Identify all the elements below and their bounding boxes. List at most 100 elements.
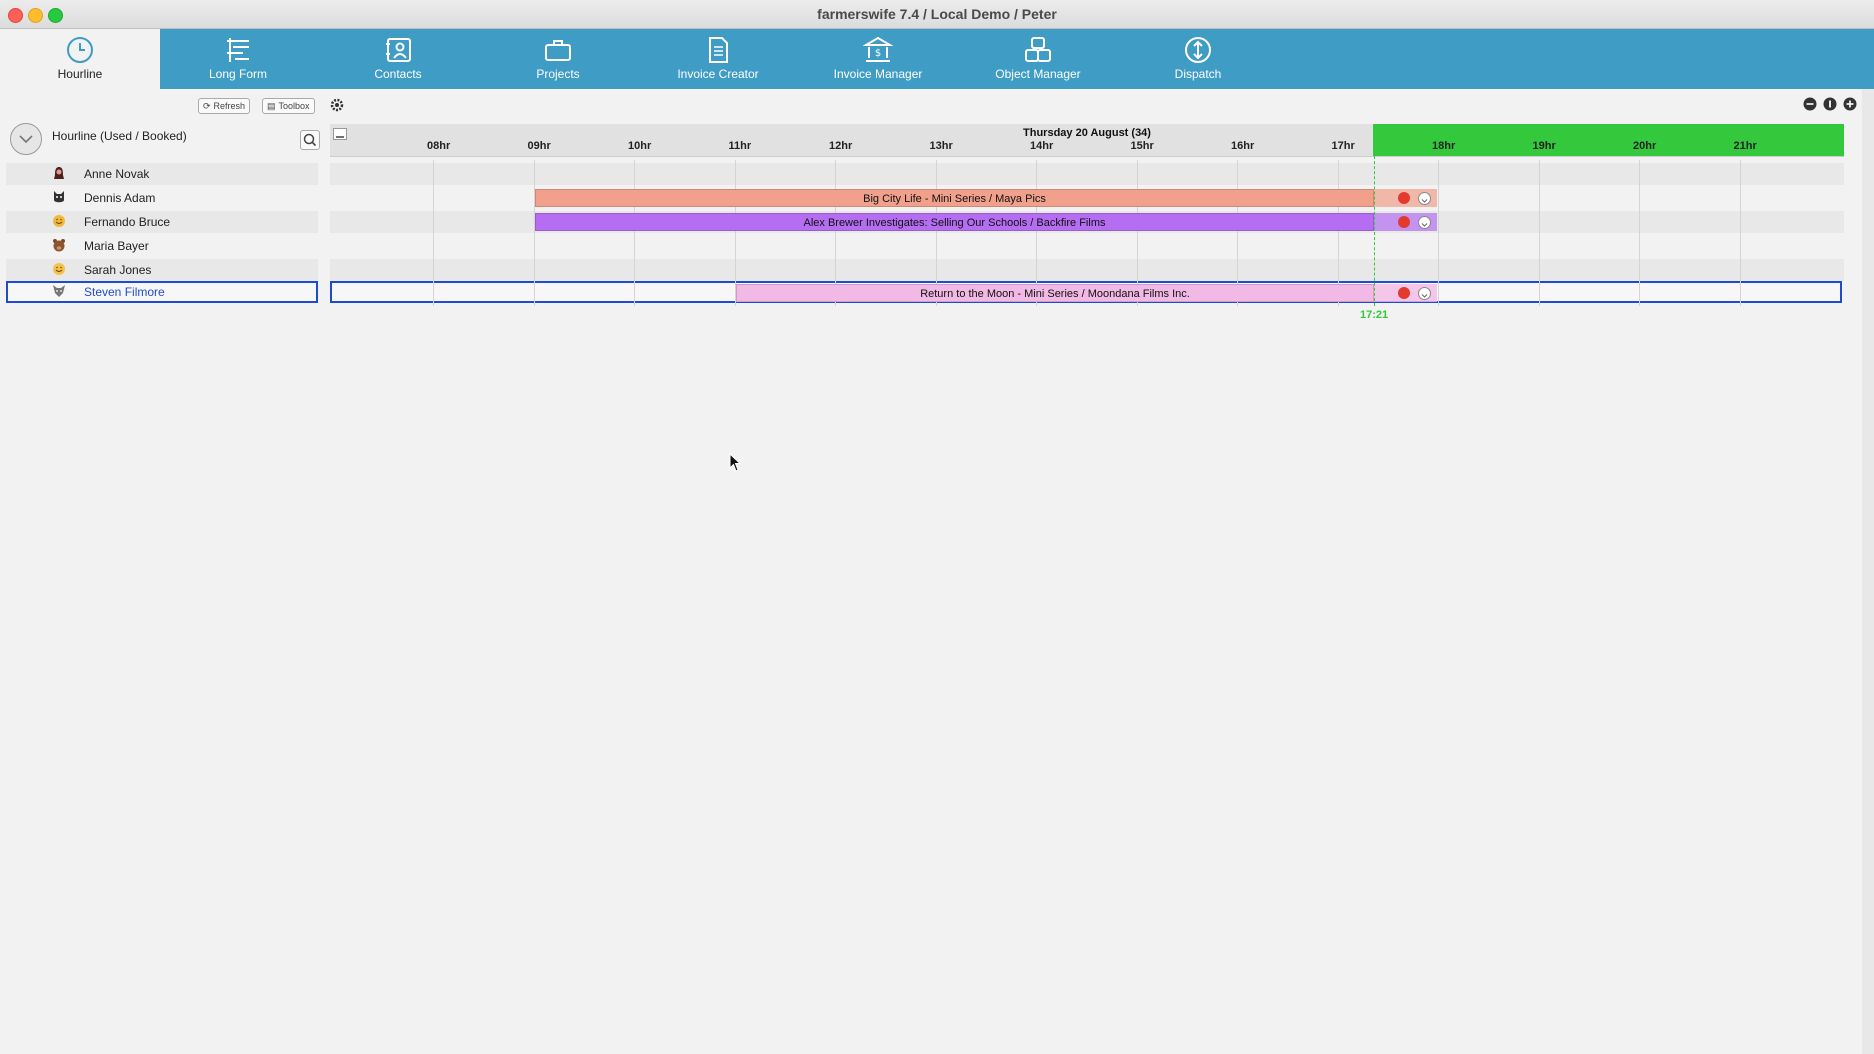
toolbox-label: Toolbox [278, 101, 310, 111]
hour-label: 18hr [1432, 140, 1456, 152]
tab-label: Projects [536, 67, 580, 81]
tab-label: Dispatch [1174, 67, 1222, 81]
gear-icon[interactable] [329, 97, 345, 113]
tab-long-form[interactable]: Long Form [158, 29, 318, 89]
tab-projects[interactable]: Projects [478, 29, 638, 89]
tab-label: Invoice Manager [833, 67, 923, 81]
gantt-icon [227, 38, 249, 62]
window-title: farmerswife 7.4 / Local Demo / Peter [817, 6, 1057, 22]
panel-title: Hourline (Used / Booked) [52, 129, 187, 143]
hour-gridline [533, 160, 535, 306]
hour-label: 14hr [1030, 140, 1054, 152]
resource-name: Anne Novak [84, 167, 150, 181]
refresh-button[interactable]: ⟳ Refresh [198, 98, 251, 114]
booking-menu-button[interactable] [1418, 216, 1431, 229]
resource-row[interactable]: Fernando Bruce [6, 211, 318, 233]
toolbox-button[interactable]: ▤ Toolbox [262, 98, 315, 114]
resource-row[interactable]: Maria Bayer [6, 235, 318, 257]
hourline-mode-button[interactable] [10, 123, 42, 155]
wolf-avatar-icon [53, 285, 65, 297]
woman-avatar-icon [54, 167, 64, 179]
status-dot[interactable] [1398, 192, 1410, 204]
hour-label: 15hr [1130, 140, 1154, 152]
refresh-label: Refresh [213, 101, 246, 111]
dispatch-icon [1185, 37, 1211, 63]
hour-gridline [634, 160, 635, 306]
tab-label: Object Manager [995, 67, 1081, 81]
resource-row[interactable]: Anne Novak [6, 163, 318, 185]
hour-label: 20hr [1633, 140, 1657, 152]
zoom-info-icon[interactable] [1823, 97, 1837, 111]
hour-label: 19hr [1532, 140, 1556, 152]
resource-row-selected[interactable]: Steven Filmore [6, 281, 318, 303]
tab-object-manager[interactable]: Object Manager [958, 29, 1118, 89]
current-time-line [1374, 156, 1375, 306]
hour-label: 08hr [427, 140, 451, 152]
timeline-row[interactable] [330, 235, 1844, 257]
tab-label: Contacts [374, 67, 422, 81]
smiley-avatar-icon [53, 263, 65, 275]
hour-label: 13hr [929, 140, 953, 152]
scrollbar-track[interactable] [1862, 89, 1874, 1054]
refresh-icon: ⟳ [203, 100, 211, 111]
booking-bar[interactable]: Big City Life - Mini Series / Maya Pics [535, 189, 1374, 207]
contact-card-icon [386, 38, 411, 62]
hour-gridline [433, 160, 434, 306]
resource-name: Steven Filmore [84, 285, 165, 299]
tab-label: Invoice Creator [677, 67, 759, 81]
zoom-out-icon[interactable] [1803, 97, 1817, 111]
mouse-cursor-icon [729, 453, 742, 472]
search-button[interactable] [300, 130, 320, 150]
briefcase-icon [545, 40, 571, 61]
clock-icon [67, 37, 93, 63]
tab-invoice-creator[interactable]: Invoice Creator [638, 29, 798, 89]
status-dot[interactable] [1398, 287, 1410, 299]
chevron-down-icon [1421, 223, 1428, 227]
bank-icon: $ [863, 36, 893, 62]
chevron-down-icon [1421, 294, 1428, 298]
resource-name: Maria Bayer [84, 239, 149, 253]
smiley-avatar-icon [53, 215, 65, 227]
svg-text:$: $ [875, 48, 881, 59]
main-nav: Hourline Long Form Contacts Projects Inv… [0, 29, 1874, 89]
hour-label: 11hr [728, 140, 752, 152]
tab-label: Hourline [57, 67, 103, 81]
hour-gridline [1639, 160, 1640, 306]
zoom-in-icon[interactable] [1843, 97, 1857, 111]
booking-bar[interactable]: Return to the Moon - Mini Series / Moond… [736, 284, 1374, 302]
status-dot[interactable] [1398, 216, 1410, 228]
document-icon [709, 37, 728, 63]
booking-menu-button[interactable] [1418, 192, 1431, 205]
resource-name: Dennis Adam [84, 191, 156, 205]
collapse-toggle[interactable] [333, 128, 347, 140]
toolbox-icon: ▤ [267, 100, 276, 111]
resource-name: Sarah Jones [84, 263, 152, 277]
hour-label: 16hr [1231, 140, 1255, 152]
timeline-row[interactable] [330, 163, 1844, 185]
chevron-down-icon [19, 135, 33, 144]
hour-gridline [1739, 160, 1741, 306]
tab-contacts[interactable]: Contacts [318, 29, 478, 89]
bear-avatar-icon [53, 239, 65, 252]
resource-name: Fernando Bruce [84, 215, 171, 229]
tab-dispatch[interactable]: Dispatch [1118, 29, 1278, 89]
hour-gridline [1538, 160, 1540, 306]
timeline-row[interactable] [330, 259, 1844, 281]
search-icon [303, 133, 317, 147]
title-bar: farmerswife 7.4 / Local Demo / Peter [0, 0, 1874, 29]
chevron-down-icon [1421, 199, 1428, 203]
tab-label: Long Form [208, 67, 268, 81]
cubes-icon [1025, 37, 1051, 62]
booking-bar[interactable]: Alex Brewer Investigates: Selling Our Sc… [535, 213, 1374, 231]
current-time-label: 17:21 [1360, 309, 1389, 321]
hour-label: 09hr [527, 140, 551, 152]
resource-panel-header: Hourline (Used / Booked) [8, 123, 320, 155]
booking-menu-button[interactable] [1418, 287, 1431, 300]
minus-icon [336, 136, 344, 138]
hour-label: 21hr [1733, 140, 1757, 152]
hour-label: 10hr [628, 140, 652, 152]
tab-hourline[interactable]: Hourline [0, 29, 160, 89]
resource-row[interactable]: Sarah Jones [6, 259, 318, 281]
tab-invoice-manager[interactable]: $ Invoice Manager [798, 29, 958, 89]
resource-row[interactable]: Dennis Adam [6, 187, 318, 209]
